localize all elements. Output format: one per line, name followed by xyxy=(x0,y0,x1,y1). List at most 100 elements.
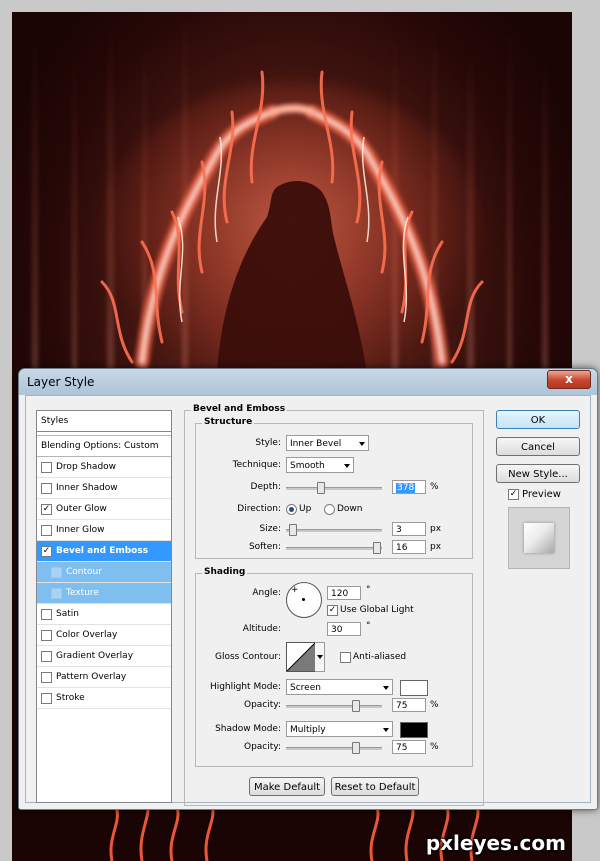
shading-title: Shading xyxy=(202,567,248,577)
shadow-opacity-thumb[interactable] xyxy=(352,742,360,754)
anti-aliased-label[interactable]: Anti-aliased xyxy=(353,652,406,662)
soften-slider-thumb[interactable] xyxy=(373,542,381,554)
style-item-drop-shadow[interactable]: Drop Shadow xyxy=(37,457,171,478)
direction-label: Direction: xyxy=(237,504,281,514)
panel-title: Bevel and Emboss xyxy=(191,404,288,414)
technique-select[interactable]: Smooth xyxy=(286,457,354,473)
size-input[interactable]: 3 xyxy=(392,522,426,536)
style-item-stroke[interactable]: Stroke xyxy=(37,688,171,709)
style-item-label: Texture xyxy=(66,588,99,598)
style-item-label: Outer Glow xyxy=(56,504,107,514)
style-item-checkbox[interactable] xyxy=(41,524,52,536)
chevron-down-icon xyxy=(383,728,389,732)
style-item-label: Inner Glow xyxy=(56,525,105,535)
style-item-checkbox[interactable] xyxy=(41,650,52,662)
style-preview-swatch xyxy=(524,523,554,553)
depth-input[interactable]: 378 xyxy=(392,480,426,494)
layer-style-dialog: Layer Style x Styles Blending Options: C… xyxy=(18,368,598,810)
size-unit: px xyxy=(430,524,442,534)
highlight-opacity-input[interactable]: 75 xyxy=(392,698,426,712)
depth-slider[interactable] xyxy=(286,482,382,494)
style-item-checkbox[interactable] xyxy=(41,692,52,704)
style-item-pattern-overlay[interactable]: Pattern Overlay xyxy=(37,667,171,688)
style-item-label: Contour xyxy=(66,567,102,577)
highlight-color-swatch[interactable] xyxy=(400,680,428,696)
style-item-label: Bevel and Emboss xyxy=(56,546,149,556)
angle-dial[interactable]: + xyxy=(286,582,322,618)
dialog-titlebar[interactable]: Layer Style x xyxy=(19,369,597,395)
style-item-outer-glow[interactable]: ✓ Outer Glow xyxy=(37,499,171,520)
direction-up-label[interactable]: Up xyxy=(299,504,311,514)
chevron-down-icon xyxy=(359,442,365,446)
soften-unit: px xyxy=(430,542,442,552)
style-item-checkbox[interactable] xyxy=(41,608,52,620)
direction-up-radio[interactable] xyxy=(286,504,297,515)
style-item-label: Inner Shadow xyxy=(56,483,118,493)
use-global-light-checkbox[interactable]: ✓ xyxy=(327,605,338,616)
style-item-checkbox[interactable]: ✓ xyxy=(41,503,52,515)
shadow-color-swatch[interactable] xyxy=(400,722,428,738)
chevron-down-icon xyxy=(344,464,350,468)
size-slider-thumb[interactable] xyxy=(289,524,297,536)
highlight-mode-select[interactable]: Screen xyxy=(286,679,393,695)
depth-slider-thumb[interactable] xyxy=(317,482,325,494)
style-item-contour[interactable]: Contour xyxy=(37,562,171,583)
soften-input[interactable]: 16 xyxy=(392,540,426,554)
altitude-input[interactable]: 30 xyxy=(327,622,361,636)
close-button[interactable]: x xyxy=(547,370,591,389)
cancel-button[interactable]: Cancel xyxy=(496,437,580,456)
style-item-color-overlay[interactable]: Color Overlay xyxy=(37,625,171,646)
style-item-checkbox[interactable] xyxy=(51,587,62,599)
shading-group: Shading Angle: + 120 ° ✓ Use Global Ligh… xyxy=(195,567,473,767)
anti-aliased-checkbox[interactable] xyxy=(340,652,351,663)
highlight-opacity-unit: % xyxy=(430,700,439,710)
angle-unit: ° xyxy=(366,585,371,595)
shadow-opacity-input[interactable]: 75 xyxy=(392,740,426,754)
style-item-bevel-and-emboss[interactable]: ✓ Bevel and Emboss xyxy=(37,541,171,562)
make-default-button[interactable]: Make Default xyxy=(249,777,325,796)
style-item-texture[interactable]: Texture xyxy=(37,583,171,604)
style-select[interactable]: Inner Bevel xyxy=(286,435,369,451)
style-item-gradient-overlay[interactable]: Gradient Overlay xyxy=(37,646,171,667)
altitude-label: Altitude: xyxy=(242,624,281,634)
style-item-inner-glow[interactable]: Inner Glow xyxy=(37,520,171,541)
highlight-mode-value: Screen xyxy=(290,683,321,693)
style-item-checkbox[interactable]: ✓ xyxy=(41,545,52,557)
ok-button[interactable]: OK xyxy=(496,410,580,429)
style-item-checkbox[interactable] xyxy=(51,566,62,578)
altitude-unit: ° xyxy=(366,621,371,631)
angle-input[interactable]: 120 xyxy=(327,586,361,600)
new-style-button[interactable]: New Style... xyxy=(496,464,580,483)
shadow-mode-label: Shadow Mode: xyxy=(215,724,281,734)
gloss-contour-dropdown[interactable] xyxy=(315,642,325,672)
depth-input-value: 378 xyxy=(396,483,416,493)
style-item-checkbox[interactable] xyxy=(41,461,52,473)
style-preview xyxy=(508,507,570,569)
highlight-opacity-slider[interactable] xyxy=(286,700,382,712)
contour-linear-icon xyxy=(287,643,315,671)
blending-options-item[interactable]: Blending Options: Custom xyxy=(37,435,171,457)
styles-header[interactable]: Styles xyxy=(37,411,171,432)
style-item-satin[interactable]: Satin xyxy=(37,604,171,625)
use-global-light-label[interactable]: Use Global Light xyxy=(340,605,414,615)
gloss-contour-picker[interactable] xyxy=(286,642,316,672)
shadow-opacity-slider[interactable] xyxy=(286,742,382,754)
direction-down-label[interactable]: Down xyxy=(337,504,363,514)
style-item-label: Pattern Overlay xyxy=(56,672,127,682)
style-item-checkbox[interactable] xyxy=(41,482,52,494)
chevron-down-icon xyxy=(383,686,389,690)
angle-crosshair-icon: + xyxy=(291,585,299,595)
style-item-checkbox[interactable] xyxy=(41,629,52,641)
shadow-mode-select[interactable]: Multiply xyxy=(286,721,393,737)
style-item-label: Gradient Overlay xyxy=(56,651,134,661)
highlight-opacity-thumb[interactable] xyxy=(352,700,360,712)
preview-label[interactable]: Preview xyxy=(522,489,561,500)
style-item-inner-shadow[interactable]: Inner Shadow xyxy=(37,478,171,499)
preview-checkbox[interactable]: ✓ xyxy=(508,489,519,500)
soften-slider[interactable] xyxy=(286,542,382,554)
size-slider[interactable] xyxy=(286,524,382,536)
reset-to-default-button[interactable]: Reset to Default xyxy=(331,777,419,796)
style-item-checkbox[interactable] xyxy=(41,671,52,683)
direction-down-radio[interactable] xyxy=(324,504,335,515)
depth-unit: % xyxy=(430,482,439,492)
